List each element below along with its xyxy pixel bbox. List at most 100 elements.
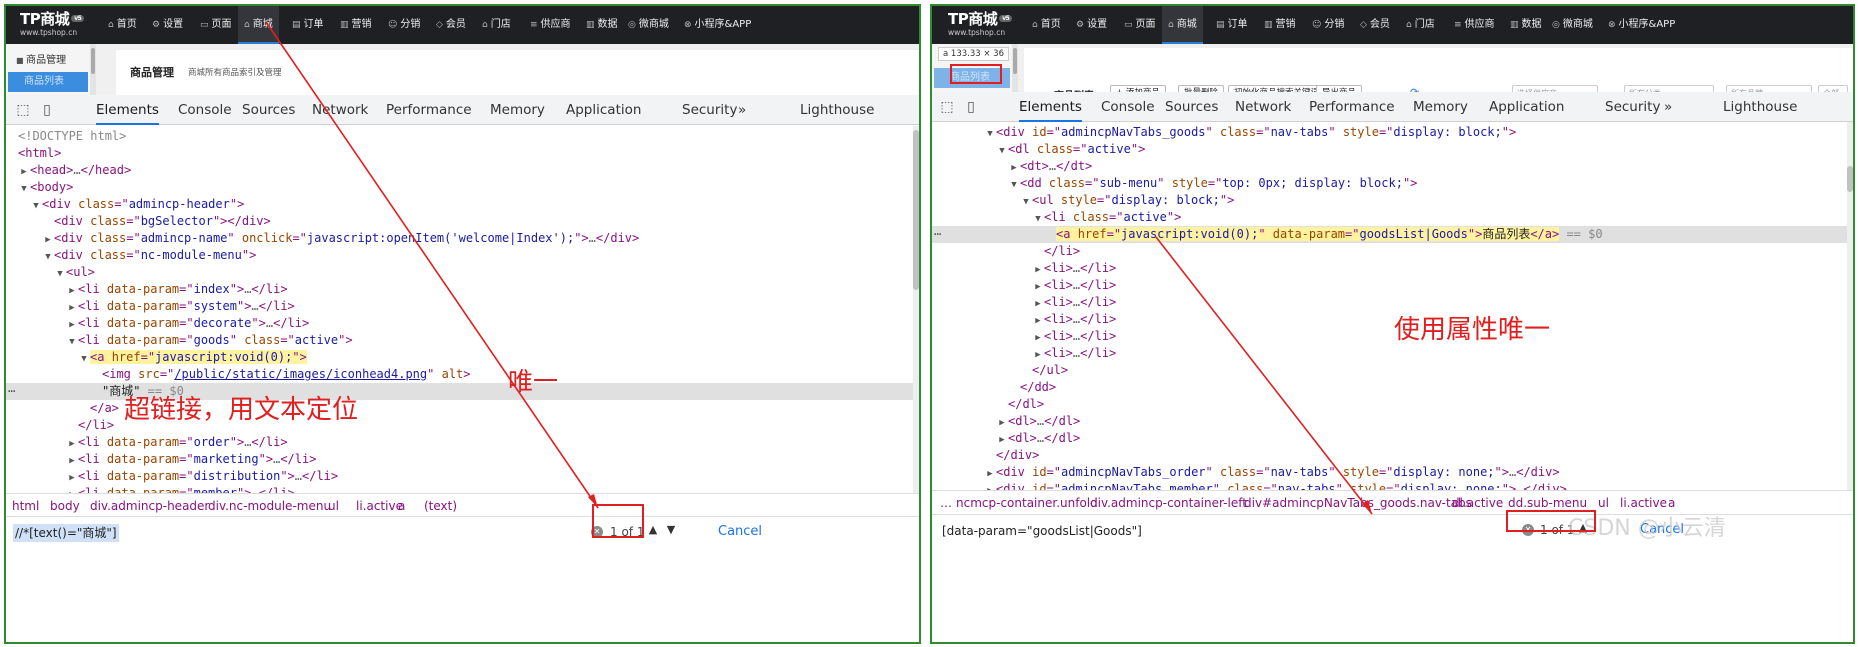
dom-node-line[interactable]: ▶ <dt>…</dt> (932, 158, 1847, 175)
cancel-search-button[interactable]: Cancel (718, 524, 762, 539)
dom-node-line[interactable]: ▼ <li class="active"> (932, 209, 1847, 226)
dom-node-line[interactable]: ▶ <dl>…</dl> (932, 413, 1847, 430)
breadcrumb-item-2[interactable]: div.admincp-container-left (1090, 491, 1247, 514)
nav-item-9[interactable]: ≡ 供应商 (524, 6, 577, 44)
breadcrumb-item-0[interactable]: … (940, 491, 952, 514)
dom-node-line[interactable]: ▶ <head>…</head> (6, 162, 913, 179)
nav-item-0[interactable]: ⌂ 首页 (1026, 6, 1067, 44)
dom-node-line[interactable]: ▶ <li data-param="marketing">…</li> (6, 451, 913, 468)
tab-console[interactable]: Console (1101, 92, 1155, 122)
dom-node-line[interactable]: ▼ <body> (6, 179, 913, 196)
search-input-right[interactable]: [data-param="goodsList|Goods"] (940, 522, 1144, 540)
sidebar-item-goods-list[interactable]: 商品列表 (8, 72, 88, 92)
nav-item-4[interactable]: ▤ 订单 (286, 6, 330, 44)
tab-console[interactable]: Console (178, 95, 232, 125)
dom-node-line[interactable]: ▼ <dd class="sub-menu" style="top: 0px; d… (932, 175, 1847, 192)
inspect-element-icon[interactable]: ⬚ (14, 101, 32, 119)
device-toolbar-icon[interactable]: ▯ (38, 101, 56, 119)
dom-node-line[interactable]: ▶ <li>…</li> (932, 311, 1847, 328)
inspect-element-icon-right[interactable]: ⬚ (938, 98, 956, 116)
dom-node-line[interactable]: ▼ <ul> (6, 264, 913, 281)
dom-node-line[interactable]: ▶ <li data-param="distribution">…</li> (6, 468, 913, 485)
node-menu-dots[interactable]: ⋯ (8, 383, 15, 400)
dom-node-line[interactable]: <html> (6, 145, 913, 162)
nav-item-10[interactable]: ▥ 数据 (1504, 6, 1548, 44)
breadcrumb-item-2[interactable]: div.admincp-header (90, 494, 209, 517)
nav-item-4[interactable]: ▤ 订单 (1210, 6, 1254, 44)
breadcrumb-item-0[interactable]: html (12, 494, 39, 517)
nav-item-2[interactable]: ▭ 页面 (1118, 6, 1162, 44)
dom-node-line[interactable]: <img src="/public/static/images/iconhead… (6, 366, 913, 383)
nav-item-1[interactable]: ⚙ 设置 (146, 6, 189, 44)
tab-security[interactable]: Security (1605, 92, 1660, 122)
dom-node-line[interactable]: ▼ <div id="admincpNavTabs_goods" class="n… (932, 124, 1847, 141)
tab-elements[interactable]: Elements (96, 95, 159, 125)
dom-node-line[interactable]: </ul> (932, 362, 1847, 379)
dom-node-line[interactable]: <!DOCTYPE html> (6, 128, 913, 145)
dom-node-line[interactable]: <a href="javascript:void(0);" data-param… (932, 226, 1847, 243)
dom-node-line[interactable]: ▼ <dl class="active"> (932, 141, 1847, 158)
nav-item-2[interactable]: ▭ 页面 (194, 6, 238, 44)
tab-network[interactable]: Network (312, 95, 368, 125)
nav-item-12[interactable]: ⊗ 小程序&APP (678, 6, 757, 44)
sidebar-scrollbar[interactable] (90, 44, 96, 100)
dom-node-line[interactable]: ▼ <li data-param="goods" class="active"> (6, 332, 913, 349)
breadcrumb-item-6[interactable]: a (398, 494, 405, 517)
nav-item-8[interactable]: ⌂ 门店 (1400, 6, 1441, 44)
nav-item-9[interactable]: ≡ 供应商 (1448, 6, 1501, 44)
tab-lighthouse[interactable]: Lighthouse (1723, 92, 1797, 122)
dom-node-line[interactable]: ▶ <li>…</li> (932, 345, 1847, 362)
device-toolbar-icon-right[interactable]: ▯ (962, 98, 980, 116)
tab-elements[interactable]: Elements (1019, 92, 1082, 122)
dom-node-line[interactable]: ▼ <ul style="display: block;"> (932, 192, 1847, 209)
tab-security[interactable]: Security (682, 95, 737, 125)
dom-node-line[interactable]: ▶ <div class="admincp-name" onclick="java… (6, 230, 913, 247)
dom-node-line[interactable]: ▶ <li data-param="decorate">…</li> (6, 315, 913, 332)
breadcrumb-item-4[interactable]: dl.active (1452, 491, 1503, 514)
more-tabs-button-right[interactable]: » (1664, 92, 1672, 122)
nav-item-1[interactable]: ⚙ 设置 (1070, 6, 1113, 44)
dom-node-line[interactable]: <div class="bgSelector"></div> (6, 213, 913, 230)
dom-node-line[interactable]: ▶ <li>…</li> (932, 294, 1847, 311)
more-tabs-button[interactable]: » (738, 95, 746, 125)
dom-node-line[interactable]: ▼ <a href="javascript:void(0);"> (6, 349, 913, 366)
nav-item-5[interactable]: ▥ 营销 (334, 6, 378, 44)
tab-memory[interactable]: Memory (1413, 92, 1468, 122)
nav-item-7[interactable]: ◇ 会员 (1354, 6, 1396, 44)
breadcrumb-item-4[interactable]: ul (328, 494, 339, 517)
tab-lighthouse[interactable]: Lighthouse (800, 95, 874, 125)
tab-application[interactable]: Application (1489, 92, 1564, 122)
breadcrumb-item-1[interactable]: ncmcp-container.unfold (956, 491, 1098, 514)
previous-result-icon[interactable]: ▲ (646, 523, 660, 536)
nav-item-5[interactable]: ▥ 营销 (1258, 6, 1302, 44)
dom-node-line[interactable]: ▶ <li>…</li> (932, 277, 1847, 294)
nav-item-3[interactable]: ⌂ 商城 (238, 6, 279, 44)
search-input[interactable]: //*[text()="商城"] (13, 524, 119, 542)
dom-node-line[interactable]: ▼ <div class="nc-module-menu"> (6, 247, 913, 264)
tab-network[interactable]: Network (1235, 92, 1291, 122)
nav-item-11[interactable]: ◎ 微商城 (1546, 6, 1599, 44)
dom-node-line[interactable]: ▶ <li>…</li> (932, 260, 1847, 277)
tab-sources[interactable]: Sources (1165, 92, 1218, 122)
next-result-icon[interactable]: ▼ (664, 523, 678, 536)
tab-application[interactable]: Application (566, 95, 641, 125)
breadcrumb-item-7[interactable]: (text) (424, 494, 457, 517)
tree-scroll-thumb-right[interactable] (1847, 166, 1853, 192)
breadcrumb-item-5[interactable]: li.active (356, 494, 403, 517)
tab-performance[interactable]: Performance (386, 95, 472, 125)
tab-performance[interactable]: Performance (1309, 92, 1395, 122)
dom-node-line[interactable]: ▶ <li data-param="system">…</li> (6, 298, 913, 315)
breadcrumb-item-3[interactable]: div.nc-module-menu (208, 494, 331, 517)
dom-node-line[interactable]: ▶ <li data-param="index">…</li> (6, 281, 913, 298)
nav-item-11[interactable]: ◎ 微商城 (622, 6, 675, 44)
dom-node-line[interactable]: </dd> (932, 379, 1847, 396)
dom-node-line[interactable]: </li> (932, 243, 1847, 260)
dom-node-line[interactable]: ▶ <div id="admincpNavTabs_order" class="n… (932, 464, 1847, 481)
nav-item-6[interactable]: ☺ 分销 (1306, 6, 1350, 44)
dom-node-line[interactable]: ▶ <li data-param="order">…</li> (6, 434, 913, 451)
nav-item-10[interactable]: ▥ 数据 (580, 6, 624, 44)
dom-node-line[interactable]: </div> (932, 447, 1847, 464)
nav-item-8[interactable]: ⌂ 门店 (476, 6, 517, 44)
node-menu-dots[interactable]: ⋯ (934, 226, 941, 243)
nav-item-0[interactable]: ⌂ 首页 (102, 6, 143, 44)
